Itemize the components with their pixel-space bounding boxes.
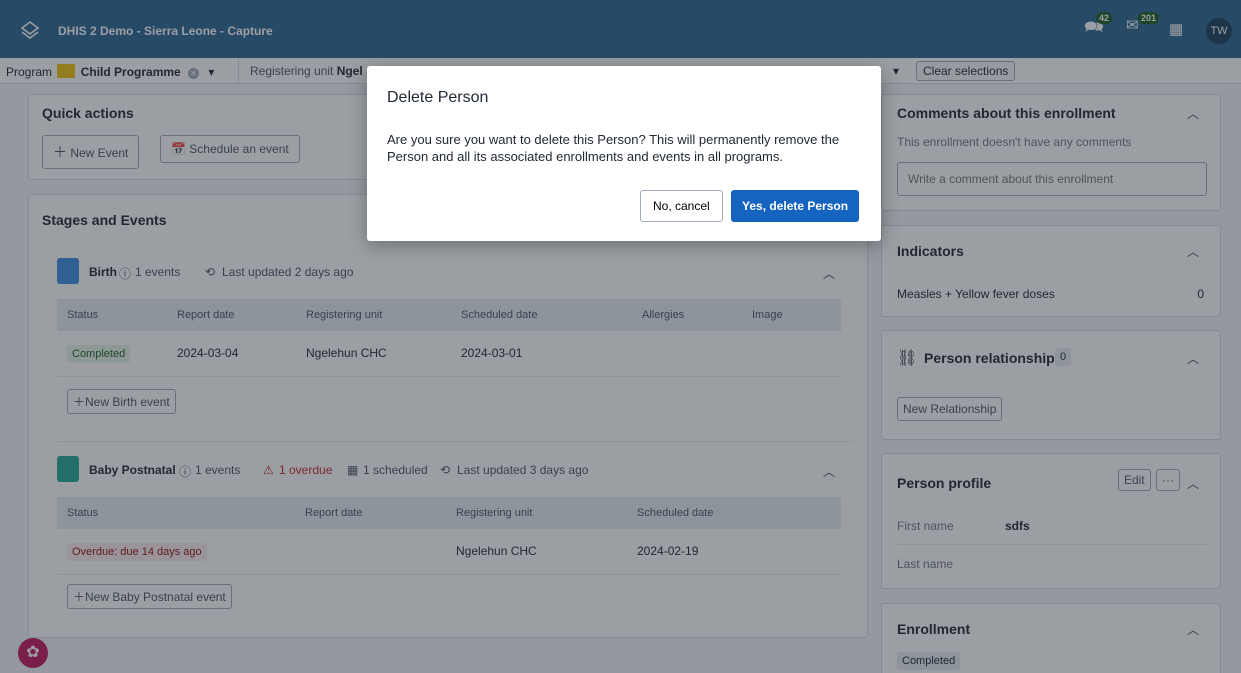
modal-body: Are you sure you want to delete this Per… — [387, 132, 840, 164]
delete-person-modal: Delete Person Are you sure you want to d… — [367, 66, 881, 241]
modal-title: Delete Person — [387, 89, 489, 106]
confirm-delete-button[interactable]: Yes, delete Person — [731, 190, 860, 222]
cancel-button[interactable]: No, cancel — [640, 190, 723, 222]
